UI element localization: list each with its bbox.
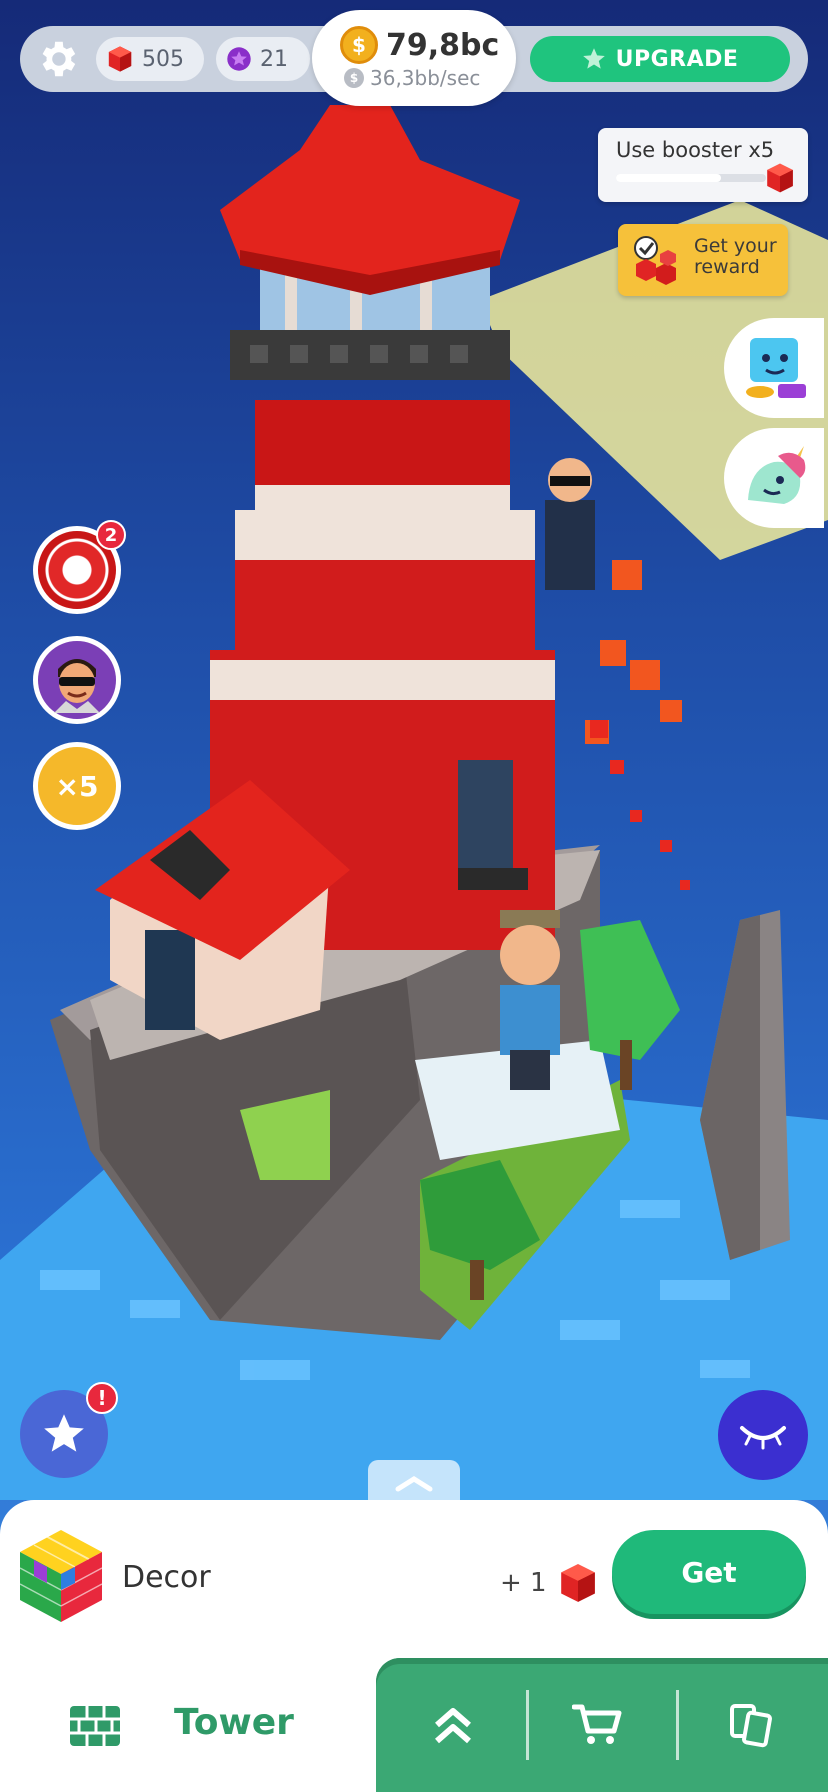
- gear-icon[interactable]: [34, 36, 80, 82]
- income-display: $ 36,3bb/sec: [344, 66, 480, 90]
- multiplier-x5-button[interactable]: ×5: [33, 742, 121, 830]
- gem-count: 505: [142, 46, 184, 72]
- x5-label: ×5: [55, 769, 99, 803]
- shop-tab[interactable]: [552, 1690, 642, 1760]
- get-label: Get: [681, 1555, 737, 1589]
- upgrade-label: UPGRADE: [615, 46, 739, 72]
- get-button[interactable]: Get: [612, 1530, 806, 1614]
- gain-label: + 1: [500, 1568, 547, 1598]
- upgrade-tab[interactable]: [408, 1690, 498, 1760]
- bricks-icon: [70, 1706, 120, 1746]
- small-coin-icon: $: [344, 68, 364, 88]
- eye-closed-icon: [740, 1426, 786, 1450]
- unicorn-icon: [748, 446, 806, 504]
- shop-character-button[interactable]: [724, 318, 824, 418]
- money-display: $ 79,8bc: [340, 26, 499, 64]
- blue-cube-character-icon: [746, 338, 806, 398]
- gem-icon: [767, 163, 793, 193]
- alert-badge: !: [86, 1382, 118, 1414]
- item-label: Decor: [122, 1560, 211, 1595]
- rubik-cube-icon: [19, 1530, 103, 1622]
- income-value: 36,3bb/sec: [370, 66, 481, 90]
- gain-amount: + 1: [500, 1562, 599, 1604]
- wheel-badge: 2: [96, 520, 126, 550]
- star-icon: [44, 1414, 84, 1452]
- star-icon: [582, 48, 605, 69]
- star-coin-icon: [227, 47, 251, 71]
- star-counter[interactable]: 21: [216, 37, 310, 81]
- get-reward-button[interactable]: Get your reward: [618, 224, 788, 296]
- use-booster-button[interactable]: Use booster x5: [598, 128, 808, 202]
- star-count: 21: [260, 46, 288, 72]
- unicorn-button[interactable]: [724, 428, 824, 528]
- money-value: 79,8bc: [386, 27, 500, 63]
- gem-icon: [108, 46, 132, 72]
- chevron-up-icon: [395, 1476, 433, 1492]
- nav-divider: [526, 1690, 529, 1760]
- nav-divider: [676, 1690, 679, 1760]
- coin-icon: $: [340, 26, 378, 64]
- tower-label: Tower: [174, 1702, 294, 1743]
- reward-label: Get your reward: [694, 235, 777, 278]
- chevrons-up-icon: [435, 1708, 471, 1744]
- agent-character-button[interactable]: [33, 636, 121, 724]
- cards-tab[interactable]: [706, 1690, 796, 1760]
- booster-progress: [616, 174, 766, 182]
- hide-ui-button[interactable]: [718, 1390, 808, 1480]
- cart-icon: [572, 1704, 622, 1744]
- game-scene: [0, 105, 828, 1500]
- booster-label: Use booster x5: [616, 138, 775, 162]
- upgrade-button[interactable]: UPGRADE: [530, 36, 790, 82]
- agent-face-icon: [54, 659, 100, 713]
- gems-reward-icon: [634, 236, 676, 285]
- cards-icon: [730, 1704, 772, 1748]
- gem-icon: [560, 1564, 595, 1602]
- gem-counter[interactable]: 505: [96, 37, 204, 81]
